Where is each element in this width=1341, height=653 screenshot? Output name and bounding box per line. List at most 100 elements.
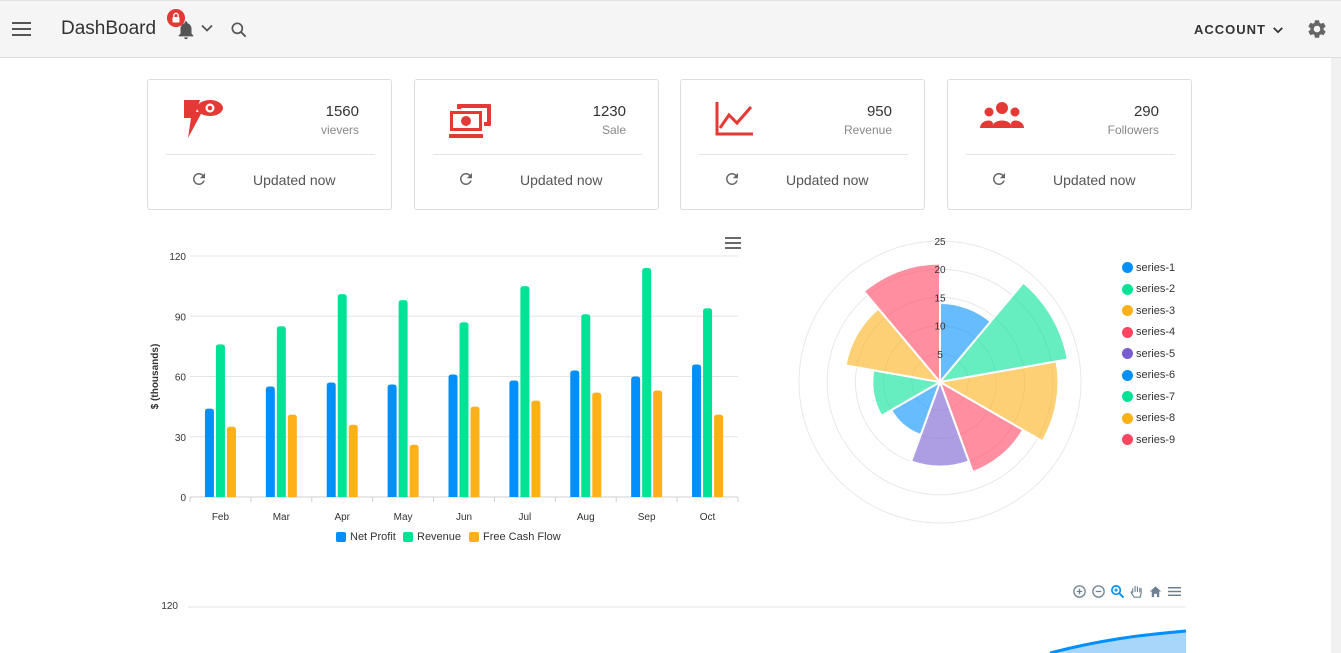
bar-net-profit[interactable]	[204, 408, 214, 497]
x-tick-label: Aug	[577, 512, 595, 523]
updated-text: Updated now	[786, 172, 869, 188]
x-tick-label: May	[394, 512, 413, 523]
bar-net-profit[interactable]	[448, 374, 458, 497]
bar-free-cash-flow[interactable]	[531, 400, 541, 497]
refresh-icon[interactable]	[723, 170, 741, 188]
divider	[166, 154, 375, 155]
bar-free-cash-flow[interactable]	[287, 414, 297, 497]
legend-swatch	[336, 532, 346, 542]
legend-marker	[1122, 348, 1133, 360]
top-app-bar: DashBoard ACCOUNT	[0, 0, 1341, 58]
x-tick-label: Jun	[456, 512, 472, 523]
x-tick-label: Oct	[700, 512, 716, 523]
legend-label: Net Profit	[350, 531, 396, 543]
followers-icon	[980, 102, 1024, 128]
legend-item[interactable]: Free Cash Flow	[469, 531, 561, 543]
legend-item[interactable]: series-7	[1122, 386, 1175, 408]
bar-net-profit[interactable]	[570, 370, 580, 497]
money-icon	[448, 104, 491, 138]
gear-icon[interactable]	[1306, 18, 1328, 40]
polar-chart-legend: series-1 series-2 series-3 series-4 series-5…	[1122, 257, 1175, 451]
legend-item[interactable]: Revenue	[403, 531, 461, 543]
bar-revenue[interactable]	[581, 314, 591, 497]
divider	[699, 154, 908, 155]
legend-item[interactable]: series-8	[1122, 408, 1175, 430]
bar-net-profit[interactable]	[387, 384, 397, 497]
stat-value: 1230	[592, 103, 626, 120]
stat-label: Sale	[601, 123, 626, 137]
bar-revenue[interactable]	[398, 300, 408, 497]
stat-card-sale: 1230 Sale Updated now	[414, 79, 659, 210]
x-tick-label: Mar	[273, 512, 291, 523]
legend-marker	[1122, 262, 1133, 274]
legend-item[interactable]: series-3	[1122, 300, 1175, 322]
updated-text: Updated now	[1053, 172, 1136, 188]
legend-marker	[1122, 326, 1133, 338]
x-tick-label: Apr	[334, 512, 350, 523]
bar-net-profit[interactable]	[692, 364, 702, 497]
bar-free-cash-flow[interactable]	[348, 424, 358, 497]
legend-marker	[1122, 412, 1133, 424]
scrollbar[interactable]	[1331, 58, 1341, 653]
radial-tick-label: 25	[934, 237, 946, 248]
legend-marker	[1122, 434, 1133, 446]
legend-label: Revenue	[417, 531, 462, 543]
legend-marker	[1122, 369, 1133, 381]
legend-item[interactable]: series-1	[1122, 257, 1175, 279]
stat-value: 290	[1133, 103, 1159, 120]
radial-tick-label: 15	[934, 293, 946, 304]
stat-label: vievers	[320, 123, 359, 137]
refresh-icon[interactable]	[457, 170, 475, 188]
account-menu-button[interactable]: ACCOUNT	[1194, 22, 1284, 37]
bar-free-cash-flow[interactable]	[592, 392, 602, 497]
bar-free-cash-flow[interactable]	[409, 444, 419, 497]
search-icon[interactable]	[229, 20, 249, 40]
y-tick-label: 120	[169, 252, 186, 263]
app-title: DashBoard	[61, 18, 157, 39]
bar-revenue[interactable]	[337, 294, 347, 497]
bar-net-profit[interactable]	[326, 382, 336, 497]
legend-label: series-2	[1136, 283, 1176, 296]
legend-item[interactable]: series-4	[1122, 322, 1175, 344]
legend-label: Free Cash Flow	[483, 531, 561, 543]
stat-label: Revenue	[843, 123, 892, 137]
bar-revenue[interactable]	[215, 344, 225, 497]
x-tick-label: Sep	[638, 512, 656, 523]
y-axis-title: $ (thousands)	[150, 344, 161, 410]
legend-marker	[1122, 305, 1133, 317]
bar-free-cash-flow[interactable]	[714, 414, 724, 497]
bar-net-profit[interactable]	[265, 386, 275, 497]
stat-card-revenue: 950 Revenue Updated now	[680, 79, 925, 210]
legend-marker	[1122, 391, 1133, 403]
legend-item[interactable]: series-5	[1122, 343, 1175, 365]
radial-tick-label: 10	[934, 322, 946, 333]
bar-revenue[interactable]	[459, 322, 469, 497]
bar-net-profit[interactable]	[509, 380, 519, 497]
bar-revenue[interactable]	[276, 326, 286, 497]
bar-revenue[interactable]	[703, 308, 713, 497]
legend-item[interactable]: series-6	[1122, 365, 1175, 387]
chevron-down-icon[interactable]	[200, 21, 214, 35]
polar-area-chart: 5 10 15 20 25	[798, 237, 1082, 524]
refresh-icon[interactable]	[190, 170, 208, 188]
stat-card-followers: 290 Followers Updated now	[947, 79, 1192, 210]
account-label: ACCOUNT	[1194, 22, 1266, 37]
radial-tick-label: 5	[937, 350, 943, 361]
legend-item[interactable]: series-2	[1122, 279, 1175, 301]
menu-icon[interactable]	[12, 22, 31, 36]
viewers-icon	[184, 100, 223, 138]
legend-swatch	[403, 532, 413, 542]
legend-label: series-6	[1136, 369, 1176, 382]
legend-item[interactable]: Net Profit	[336, 531, 396, 543]
bar-free-cash-flow[interactable]	[226, 426, 236, 497]
legend-item[interactable]: series-9	[1122, 429, 1175, 451]
line-chart-icon	[715, 102, 753, 136]
bar-revenue[interactable]	[520, 286, 530, 497]
bar-revenue[interactable]	[642, 268, 652, 497]
bar-free-cash-flow[interactable]	[653, 390, 663, 497]
stat-label: Followers	[1107, 123, 1159, 137]
chevron-down-icon	[1273, 26, 1283, 33]
bar-free-cash-flow[interactable]	[470, 406, 480, 497]
refresh-icon[interactable]	[990, 170, 1008, 188]
bar-net-profit[interactable]	[631, 376, 641, 498]
